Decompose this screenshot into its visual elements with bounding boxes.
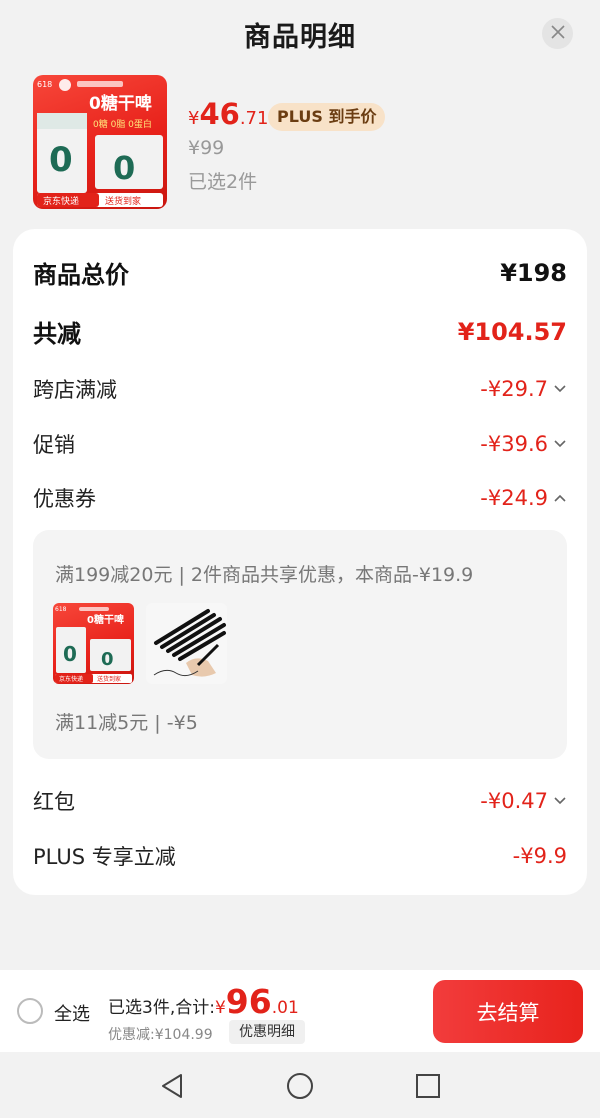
price-breakdown-card: 商品总价 ¥198 共减 ¥104.57 跨店满减 -¥29.7 促销 -¥39… xyxy=(13,229,587,895)
discount-detail-button[interactable]: 优惠明细 xyxy=(229,1020,305,1044)
row-coupon[interactable]: 优惠券 -¥24.9 xyxy=(33,483,567,513)
row-plus-discount: PLUS 专享立减 -¥9.9 xyxy=(33,841,567,871)
row-total-price: 商品总价 ¥198 xyxy=(33,255,567,290)
thumb-footer-left: 京东快递 xyxy=(43,195,79,207)
coupon-item-thumbnail-beer: 618 0糖干啤 0 0 京东快递 送货到家 xyxy=(53,603,134,684)
total-price-label: 商品总价 xyxy=(33,261,129,289)
plus-discount-label: PLUS 专享立减 xyxy=(33,845,176,869)
thumb-title: 0糖干啤 xyxy=(89,93,152,114)
coupon-thumb-footer-right: 送货到家 xyxy=(97,675,121,683)
red-packet-label: 红包 xyxy=(33,790,75,814)
system-nav-bar xyxy=(0,1052,600,1118)
thumb-zero: 0 xyxy=(49,140,73,180)
total-symbol: ¥ xyxy=(214,998,226,1018)
cross-store-value: -¥29.7 xyxy=(480,377,548,401)
home-circle-icon xyxy=(287,1073,313,1099)
thumb-badge-text: 618 xyxy=(37,80,52,89)
coupon-thumb-zero-2: 0 xyxy=(101,649,114,670)
total-label: 已选3件,合计: xyxy=(108,998,215,1018)
row-promotion[interactable]: 促销 -¥39.6 xyxy=(33,429,567,459)
total-summary: 已选3件,合计: ¥ 96 .01 xyxy=(108,985,299,1018)
coupon-thumb-title: 0糖干啤 xyxy=(87,613,124,626)
recent-square-icon xyxy=(416,1074,440,1098)
checkout-bar: 全选 已选3件,合计: ¥ 96 .01 优惠减:¥104.99 优惠明细 去结… xyxy=(0,970,600,1052)
cross-store-label: 跨店满减 xyxy=(33,378,117,402)
cross-store-value-wrap: -¥29.7 xyxy=(480,377,567,401)
back-triangle-icon xyxy=(162,1074,182,1098)
product-plus-price: ¥ 46 .71 xyxy=(188,97,268,131)
thumb-sub: 0糖 0脂 0蛋白 xyxy=(93,118,152,130)
total-decimal: .01 xyxy=(271,998,299,1018)
price-integer: 46 xyxy=(199,97,240,131)
sheet-header: 商品明细 xyxy=(0,0,600,68)
row-cross-store[interactable]: 跨店满减 -¥29.7 xyxy=(33,374,567,404)
price-decimal: .71 xyxy=(239,108,269,129)
coupon-value: -¥24.9 xyxy=(480,486,548,510)
coupon-detail-panel: 满199减20元 | 2件商品共享优惠，本商品-¥19.9 618 0糖干啤 0… xyxy=(33,530,567,759)
red-packet-value: -¥0.47 xyxy=(480,789,548,813)
coupon-thumb-footer-left: 京东快递 xyxy=(59,675,83,683)
chevron-down-icon xyxy=(554,385,566,393)
select-all-label[interactable]: 全选 xyxy=(54,1000,90,1026)
sheet-title: 商品明细 xyxy=(244,21,356,53)
product-summary: 618 0糖干啤 0糖 0脂 0蛋白 0 0 京东快递 送货到家 ¥ 46 .7… xyxy=(33,75,573,211)
close-button[interactable] xyxy=(542,18,573,49)
total-reduce-value: ¥104.57 xyxy=(457,317,567,346)
row-red-packet[interactable]: 红包 -¥0.47 xyxy=(33,786,567,816)
selected-count: 已选2件 xyxy=(188,171,258,193)
total-integer: 96 xyxy=(225,982,272,1021)
checkout-button[interactable]: 去结算 xyxy=(433,980,583,1043)
original-price: ¥99 xyxy=(188,137,225,159)
promotion-value-wrap: -¥39.6 xyxy=(480,432,567,456)
chevron-up-icon xyxy=(554,494,566,502)
select-all-checkbox[interactable] xyxy=(17,998,43,1024)
plus-discount-value: -¥9.9 xyxy=(512,844,567,868)
chevron-down-icon xyxy=(554,797,566,805)
coupon-value-wrap: -¥24.9 xyxy=(480,486,567,510)
close-icon xyxy=(550,24,565,43)
coupon-item-thumbnail-pens xyxy=(146,603,227,684)
nav-back-button[interactable] xyxy=(157,1071,187,1101)
promotion-label: 促销 xyxy=(33,433,75,457)
thumb-zero-2: 0 xyxy=(113,149,135,187)
chevron-down-icon xyxy=(554,440,566,448)
coupon-thumb-zero: 0 xyxy=(63,642,77,666)
row-total-reduce: 共减 ¥104.57 xyxy=(33,314,567,349)
product-thumbnail[interactable]: 618 0糖干啤 0糖 0脂 0蛋白 0 0 京东快递 送货到家 xyxy=(33,75,167,209)
promotion-value: -¥39.6 xyxy=(480,432,548,456)
coupon-detail-line-2: 满11减5元 | -¥5 xyxy=(55,712,198,734)
red-packet-value-wrap: -¥0.47 xyxy=(480,789,567,813)
total-reduce-label: 共减 xyxy=(33,320,81,348)
discount-summary: 优惠减:¥104.99 xyxy=(108,1027,213,1043)
nav-recent-button[interactable] xyxy=(413,1071,443,1101)
plus-price-badge: PLUS 到手价 xyxy=(268,103,386,131)
price-symbol: ¥ xyxy=(188,108,200,129)
coupon-detail-line-1: 满199减20元 | 2件商品共享优惠，本商品-¥19.9 xyxy=(55,564,474,586)
coupon-label: 优惠券 xyxy=(33,487,96,511)
coupon-thumb-badge: 618 xyxy=(55,606,67,613)
thumb-footer-right: 送货到家 xyxy=(105,195,141,207)
nav-home-button[interactable] xyxy=(285,1071,315,1101)
total-price-value: ¥198 xyxy=(500,258,567,287)
